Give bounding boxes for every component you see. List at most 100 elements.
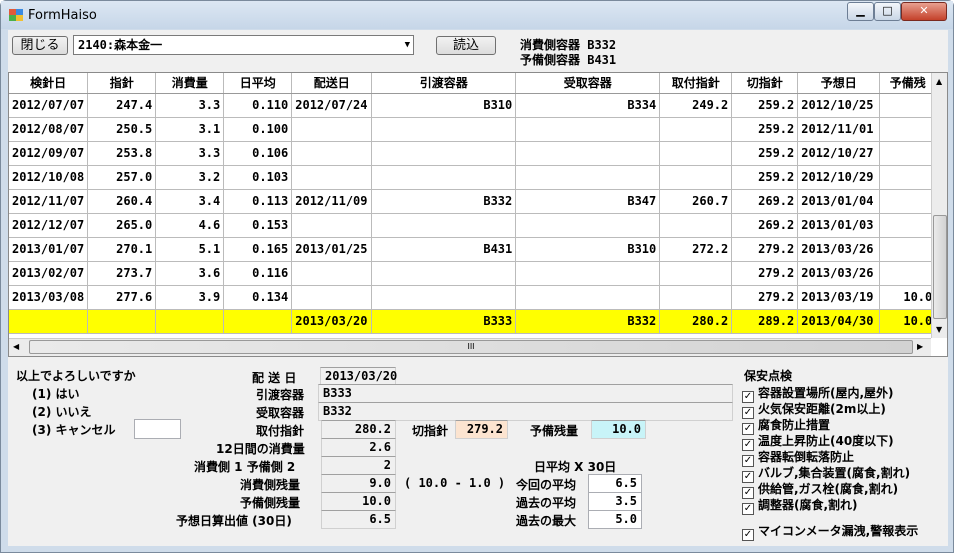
table-cell[interactable]: 0.110 — [223, 93, 293, 118]
table-cell[interactable]: 3.9 — [155, 285, 225, 310]
horizontal-scrollbar[interactable]: ◀ III ▶ — [9, 338, 931, 356]
table-cell[interactable]: 0.134 — [223, 285, 293, 310]
safety-checkbox[interactable]: ✓ 調整器(腐食,割れ) — [742, 496, 858, 515]
table-cell[interactable] — [515, 117, 661, 142]
table-cell[interactable]: 0.116 — [223, 261, 293, 286]
table-cell[interactable]: 3.4 — [155, 189, 225, 214]
table-cell[interactable]: 3.6 — [155, 261, 225, 286]
table-row[interactable]: 2013/03/20 B333 B332 280.2 289.2 2013/04/30 10… — [9, 309, 937, 334]
table-cell[interactable] — [879, 189, 937, 214]
table-cell[interactable]: 2013/03/26 — [797, 237, 881, 262]
maximize-button[interactable]: □ — [874, 2, 901, 21]
table-cell[interactable]: 2012/11/09 — [291, 189, 373, 214]
table-cell[interactable] — [659, 165, 733, 190]
table-cell[interactable] — [659, 261, 733, 286]
table-cell[interactable] — [291, 213, 373, 238]
table-cell[interactable]: 2012/09/07 — [9, 141, 89, 166]
scroll-right-icon[interactable]: ▶ — [917, 342, 923, 351]
table-cell[interactable]: B310 — [515, 237, 661, 262]
table-cell[interactable] — [879, 141, 937, 166]
table-cell[interactable] — [371, 165, 517, 190]
table-cell[interactable] — [371, 213, 517, 238]
table-cell[interactable]: 2012/07/24 — [291, 93, 373, 118]
table-cell[interactable]: 3.3 — [155, 141, 225, 166]
table-cell[interactable]: 270.1 — [87, 237, 157, 262]
column-header[interactable]: 日平均 — [223, 73, 293, 94]
column-header[interactable]: 引渡容器 — [371, 73, 517, 94]
table-cell[interactable] — [879, 213, 937, 238]
table-cell[interactable]: B332 — [515, 309, 661, 334]
table-cell[interactable]: 2013/03/26 — [797, 261, 881, 286]
table-cell[interactable] — [879, 165, 937, 190]
table-row[interactable]: 2012/09/07 253.8 3.3 0.106 259.2 2012/10/27 — [9, 141, 937, 166]
table-cell[interactable] — [291, 285, 373, 310]
table-cell[interactable]: B333 — [371, 309, 517, 334]
table-cell[interactable]: B334 — [515, 93, 661, 118]
table-cell[interactable] — [879, 261, 937, 286]
table-cell[interactable] — [371, 261, 517, 286]
horizontal-scroll-thumb[interactable]: III — [29, 340, 913, 354]
table-cell[interactable]: 3.2 — [155, 165, 225, 190]
scroll-left-icon[interactable]: ◀ — [13, 342, 19, 351]
table-cell[interactable]: 249.2 — [659, 93, 733, 118]
table-cell[interactable] — [515, 261, 661, 286]
history-grid[interactable]: 検針日 指針 消費量 日平均 配送日 引渡容器 受取容器 取付指針 切指針 予想日 予備残 2012… — [8, 72, 948, 357]
vertical-scrollbar[interactable]: ▲ ▼ — [931, 73, 947, 338]
table-cell[interactable]: 10.0 — [879, 309, 937, 334]
table-cell[interactable] — [291, 141, 373, 166]
table-cell[interactable]: 259.2 — [731, 93, 799, 118]
table-cell[interactable] — [291, 261, 373, 286]
table-cell[interactable]: 3.3 — [155, 93, 225, 118]
chevron-down-icon[interactable]: ▼ — [405, 36, 410, 54]
table-cell[interactable] — [371, 141, 517, 166]
table-cell[interactable] — [515, 141, 661, 166]
table-cell[interactable]: 259.2 — [731, 117, 799, 142]
table-cell[interactable]: 2012/10/29 — [797, 165, 881, 190]
table-cell[interactable]: 253.8 — [87, 141, 157, 166]
table-cell[interactable]: 0.103 — [223, 165, 293, 190]
table-cell[interactable]: 2013/03/20 — [291, 309, 373, 334]
vertical-scroll-thumb[interactable] — [933, 215, 947, 319]
customer-select[interactable]: 2140:森本金一 ▼ — [73, 35, 414, 55]
table-cell[interactable] — [87, 309, 157, 334]
table-cell[interactable] — [9, 309, 89, 334]
table-cell[interactable]: 4.6 — [155, 213, 225, 238]
scroll-up-icon[interactable]: ▲ — [936, 77, 942, 86]
table-cell[interactable]: 2013/04/30 — [797, 309, 881, 334]
column-header[interactable]: 検針日 — [9, 73, 89, 94]
table-cell[interactable] — [879, 93, 937, 118]
table-cell[interactable] — [659, 141, 733, 166]
table-cell[interactable]: 2012/10/27 — [797, 141, 881, 166]
scroll-down-icon[interactable]: ▼ — [936, 325, 942, 334]
table-row[interactable]: 2012/07/07 247.4 3.3 0.110 2012/07/24 B310 B33… — [9, 93, 937, 118]
table-cell[interactable]: B310 — [371, 93, 517, 118]
table-cell[interactable] — [659, 213, 733, 238]
table-cell[interactable]: B347 — [515, 189, 661, 214]
table-cell[interactable]: 0.165 — [223, 237, 293, 262]
table-row[interactable]: 2012/08/07 250.5 3.1 0.100 259.2 2012/11/01 — [9, 117, 937, 142]
table-cell[interactable]: 2013/01/04 — [797, 189, 881, 214]
table-cell[interactable]: 2012/11/07 — [9, 189, 89, 214]
table-cell[interactable]: 2013/01/25 — [291, 237, 373, 262]
table-cell[interactable]: 273.7 — [87, 261, 157, 286]
table-cell[interactable]: 279.2 — [731, 285, 799, 310]
table-row[interactable]: 2013/02/07 273.7 3.6 0.116 279.2 2013/03/26 — [9, 261, 937, 286]
close-window-button[interactable]: ✕ — [901, 2, 947, 21]
table-cell[interactable]: 269.2 — [731, 213, 799, 238]
table-cell[interactable] — [155, 309, 225, 334]
table-cell[interactable]: 289.2 — [731, 309, 799, 334]
table-cell[interactable]: 2013/02/07 — [9, 261, 89, 286]
table-cell[interactable]: 279.2 — [731, 261, 799, 286]
table-cell[interactable] — [515, 165, 661, 190]
table-cell[interactable]: 250.5 — [87, 117, 157, 142]
table-cell[interactable]: 2013/01/07 — [9, 237, 89, 262]
table-cell[interactable]: 0.153 — [223, 213, 293, 238]
table-cell[interactable]: 269.2 — [731, 189, 799, 214]
column-header[interactable]: 予想日 — [797, 73, 881, 94]
table-cell[interactable]: 260.7 — [659, 189, 733, 214]
column-header[interactable]: 切指針 — [731, 73, 799, 94]
table-cell[interactable] — [291, 117, 373, 142]
table-cell[interactable]: 2012/10/25 — [797, 93, 881, 118]
table-cell[interactable]: 2013/03/19 — [797, 285, 881, 310]
table-cell[interactable]: 3.1 — [155, 117, 225, 142]
